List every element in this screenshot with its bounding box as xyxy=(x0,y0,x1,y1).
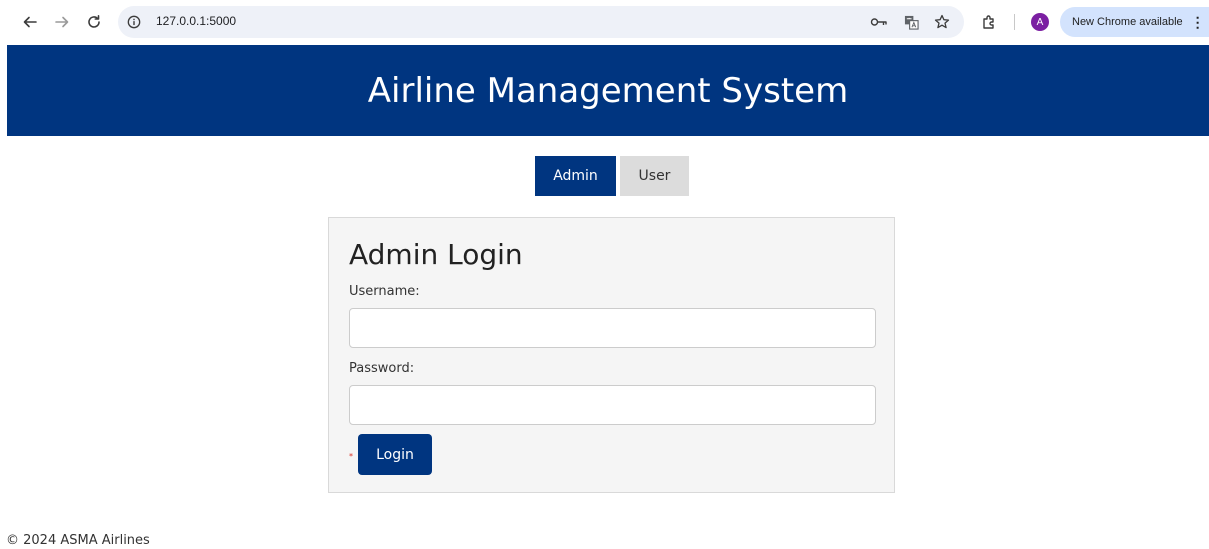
password-input[interactable] xyxy=(349,385,876,425)
role-tabs: Admin User xyxy=(535,156,689,196)
password-label: Password: xyxy=(349,361,415,376)
translate-icon[interactable] xyxy=(902,14,920,30)
tab-admin[interactable]: Admin xyxy=(535,156,616,196)
address-url[interactable]: 127.0.0.1:5000 xyxy=(156,14,236,28)
username-input[interactable] xyxy=(349,308,876,348)
kebab-menu-icon[interactable]: ⋮ xyxy=(1191,14,1205,31)
forward-arrow-icon[interactable] xyxy=(50,10,74,34)
password-key-icon[interactable] xyxy=(870,14,888,30)
address-bar[interactable]: 127.0.0.1:5000 xyxy=(118,6,964,38)
tab-user[interactable]: User xyxy=(620,156,689,196)
footer-copyright: © 2024 ASMA Airlines xyxy=(6,533,150,548)
username-label: Username: xyxy=(349,284,420,299)
admin-login-form: Admin Login Username: Password: * Login xyxy=(328,217,895,493)
back-arrow-icon[interactable] xyxy=(18,10,42,34)
toolbar-divider xyxy=(1014,14,1015,30)
update-chrome-label: New Chrome available xyxy=(1072,16,1183,28)
login-heading: Admin Login xyxy=(349,238,523,271)
required-marker: * xyxy=(349,452,353,461)
profile-avatar[interactable]: A xyxy=(1031,13,1049,31)
site-header: Airline Management System xyxy=(7,45,1209,136)
page-title: Airline Management System xyxy=(367,70,849,111)
bookmark-star-icon[interactable] xyxy=(933,14,951,30)
reload-icon[interactable] xyxy=(82,10,106,34)
login-button[interactable]: Login xyxy=(358,434,432,475)
extensions-puzzle-icon[interactable] xyxy=(979,12,999,32)
browser-toolbar: 127.0.0.1:5000 A New Chrome available ⋮ xyxy=(0,0,1209,44)
site-info-icon[interactable] xyxy=(126,14,142,30)
update-chrome-button[interactable]: New Chrome available ⋮ xyxy=(1060,7,1209,37)
